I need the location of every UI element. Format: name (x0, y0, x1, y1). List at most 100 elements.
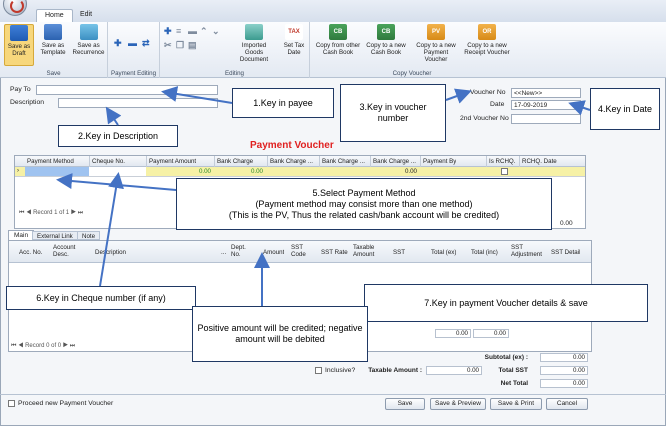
col-taxable-amount[interactable]: Taxable Amount (353, 244, 383, 258)
tab-home[interactable]: Home (36, 9, 73, 22)
save-as-recurrence-button[interactable]: Save as Recurrence (71, 24, 106, 56)
save-as-recurrence-label: Save as Recurrence (72, 42, 105, 56)
col-sst-code[interactable]: SST Code (291, 244, 313, 258)
proceed-new-label: Proceed new Payment Voucher (18, 400, 114, 407)
voucher-no-input[interactable]: <<New>> (511, 88, 581, 98)
nav-first-icon[interactable]: ⏮ ◀ (19, 210, 33, 216)
col-amount[interactable]: Amount (263, 249, 284, 256)
col-cheque-no[interactable]: Cheque No. (92, 158, 125, 165)
col-total-inc[interactable]: Total (inc) (471, 249, 498, 256)
row-indicator-icon: › (17, 168, 19, 174)
imported-goods-label: Imported Goods Document (239, 42, 269, 63)
set-tax-date-button[interactable]: TAX Set Tax Date (280, 24, 308, 56)
ribbon-group-editing: ✚ ≡ ▬ ⌃ ⌄ ✂ ❐ ▤ Imported Goods Document … (160, 22, 310, 78)
save-preview-button[interactable]: Save & Preview (430, 398, 486, 410)
description-input[interactable] (58, 98, 218, 108)
save-button[interactable]: Save (385, 398, 425, 410)
bank-charge-cell[interactable]: 0.00 (217, 168, 263, 175)
col-acc-no[interactable]: Acc. No. (19, 249, 42, 256)
remove-payment-icon[interactable]: ▬ (128, 38, 137, 48)
detail-nav-last-icon[interactable]: ▶ ⏭ (61, 343, 75, 349)
tab-note[interactable]: Note (77, 231, 101, 240)
cash-book-new-icon: CB (377, 24, 395, 40)
callout-key-in-details-save: 7.Key in payment Voucher details & save (364, 284, 648, 322)
col-sst-rate[interactable]: SST Rate (321, 249, 348, 256)
date-dropdown-icon[interactable]: ▾ (574, 101, 577, 108)
total-sst-label: Total SST (498, 367, 529, 374)
proceed-new-checkbox[interactable] (8, 400, 15, 407)
imported-goods-document-button[interactable]: Imported Goods Document (232, 24, 276, 63)
payment-grid-navigator[interactable]: ⏮ ◀ Record 1 of 1 ▶ ⏭ (19, 210, 83, 217)
col-bank-charge-2[interactable]: Bank Charge ... (270, 158, 318, 165)
tab-main[interactable]: Main (8, 230, 35, 240)
save-as-template-button[interactable]: Save as Template (37, 24, 69, 56)
col-payment-method[interactable]: Payment Method (27, 158, 74, 165)
tab-edit[interactable]: Edit (72, 9, 100, 22)
col-is-rchq[interactable]: Is RCHQ. (489, 158, 515, 165)
bank-charge-4-cell[interactable]: 0.00 (373, 168, 417, 175)
ribbon-group-save-label: Save (46, 70, 61, 77)
copy-to-receipt-voucher-button[interactable]: OR Copy to a new Receipt Voucher (462, 24, 512, 56)
document-icon (245, 24, 263, 40)
save-as-draft-button[interactable]: Save as Draft (4, 24, 34, 66)
ribbon-tab-bar: Home Edit (0, 0, 666, 22)
col-payment-by[interactable]: Payment By (423, 158, 456, 165)
copy-to-payment-voucher-button[interactable]: PV Copy to a new Payment Voucher (412, 24, 460, 63)
cancel-button[interactable]: Cancel (546, 398, 588, 410)
paste-icon[interactable]: ▤ (188, 40, 197, 51)
application-menu-button[interactable] (3, 0, 27, 16)
date-input[interactable]: 17-09-2019 (511, 100, 581, 110)
payment-transfer-icon[interactable]: ⇄ (142, 38, 150, 49)
tab-external-link[interactable]: External Link (32, 231, 78, 240)
ribbon-group-editing-label: Editing (225, 70, 244, 77)
add-payment-icon[interactable]: ✚ (114, 38, 122, 49)
callout-5-line3: (This is the PV, Thus the related cash/b… (228, 209, 500, 220)
detail-grid-navigator[interactable]: ⏮ ◀ Record 0 of 0 ▶ ⏭ (11, 343, 75, 350)
save-as-draft-label: Save as Draft (7, 43, 31, 57)
inclusive-checkbox[interactable] (315, 367, 322, 374)
insert-row-icon[interactable]: ≡ (176, 26, 181, 36)
copy-from-cash-book-button[interactable]: CB Copy from other Cash Book (314, 24, 362, 56)
pay-to-input[interactable] (36, 85, 218, 95)
col-rchq-date[interactable]: RCHQ. Date (522, 158, 557, 165)
copy-to-cash-book-button[interactable]: CB Copy to a new Cash Book (364, 24, 408, 56)
second-voucher-no-input[interactable] (511, 114, 581, 124)
table-row[interactable]: › 0.00 0.00 0.00 (15, 167, 585, 177)
col-sst-detail[interactable]: SST Detail (551, 249, 580, 256)
tax-clock-icon: TAX (285, 24, 303, 40)
col-payment-amount[interactable]: Payment Amount (149, 158, 196, 165)
copy-from-cash-book-label: Copy from other Cash Book (315, 42, 361, 56)
detail-total-inc: 0.00 (473, 329, 509, 338)
col-account-desc[interactable]: Account Desc. (53, 244, 87, 258)
col-bank-charge-3[interactable]: Bank Charge ... (322, 158, 370, 165)
col-dept-no[interactable]: Dept. No. (231, 244, 257, 258)
total-sst-value: 0.00 (540, 366, 588, 375)
ribbon: Save as Draft Save as Template Save as R… (0, 22, 666, 78)
is-rchq-checkbox[interactable] (501, 168, 508, 175)
col-more[interactable]: ... (221, 249, 226, 256)
cheque-no-cell[interactable] (89, 167, 146, 176)
col-bank-charge[interactable]: Bank Charge (217, 158, 253, 165)
nav-last-icon[interactable]: ▶ ⏭ (69, 210, 83, 216)
page-title: Payment Voucher (250, 140, 334, 151)
callout-key-in-cheque-number: 6.Key in Cheque number (if any) (6, 286, 196, 310)
net-total-value: 0.00 (540, 379, 588, 388)
col-bank-charge-4[interactable]: Bank Charge ... (373, 158, 419, 165)
cut-icon[interactable]: ✂ (164, 40, 172, 51)
col-sst[interactable]: SST (393, 249, 405, 256)
ribbon-group-save: Save as Draft Save as Template Save as R… (0, 22, 108, 78)
payment-method-cell[interactable] (25, 167, 89, 176)
add-row-icon[interactable]: ✚ (164, 26, 172, 37)
payment-amount-cell[interactable]: 0.00 (149, 168, 211, 175)
detail-nav-first-icon[interactable]: ⏮ ◀ (11, 343, 25, 349)
col-description[interactable]: Description (95, 249, 126, 256)
save-as-template-label: Save as Template (40, 42, 66, 56)
delete-row-icon[interactable]: ▬ (188, 26, 197, 36)
save-print-button[interactable]: Save & Print (490, 398, 542, 410)
col-total-ex[interactable]: Total (ex) (431, 249, 456, 256)
taxable-amount-label: Taxable Amount : (368, 367, 422, 374)
move-up-icon[interactable]: ⌃ (200, 26, 208, 37)
move-down-icon[interactable]: ⌄ (212, 26, 220, 37)
copy-icon[interactable]: ❐ (176, 40, 184, 51)
col-sst-adjustment[interactable]: SST Adjustment (511, 244, 547, 258)
